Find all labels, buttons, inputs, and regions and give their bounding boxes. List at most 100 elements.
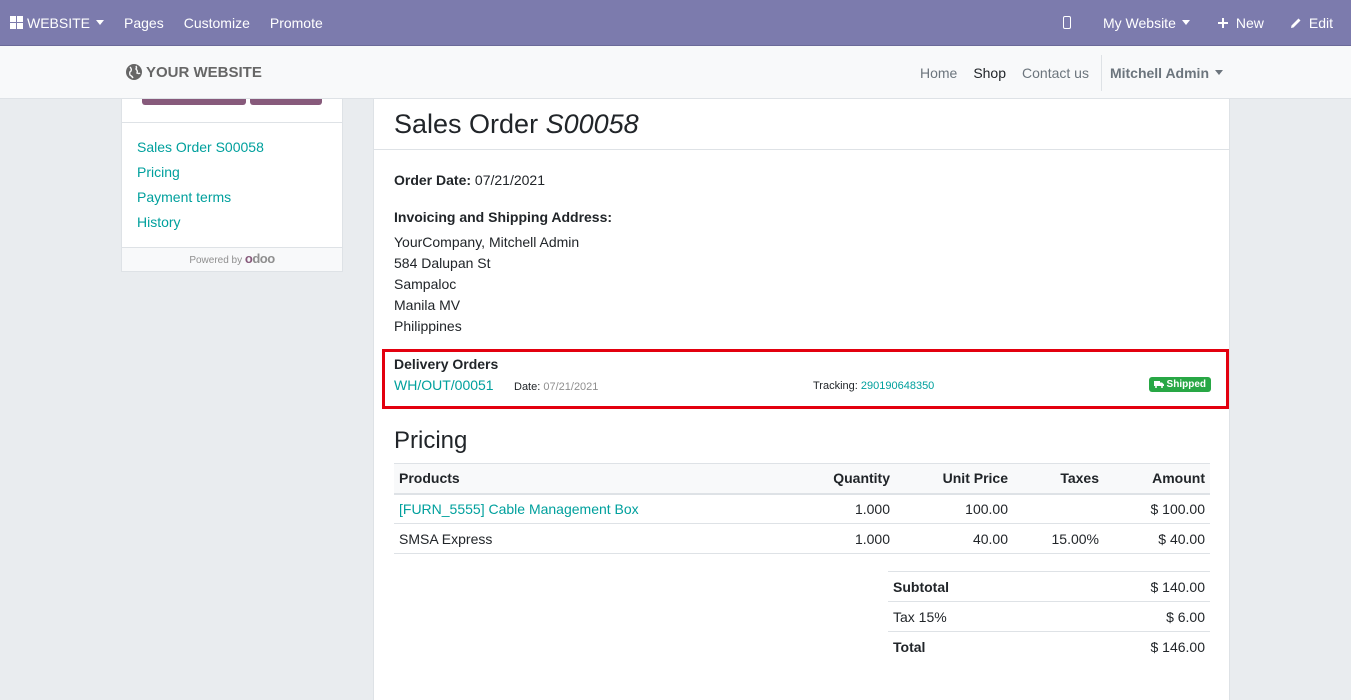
new-button[interactable]: New [1204, 0, 1278, 45]
chevron-down-icon [96, 20, 105, 25]
order-lines-table: Products Quantity Unit Price Taxes Amoun… [394, 463, 1210, 554]
page-title: Sales Order S00058 [394, 109, 639, 140]
plus-icon [1217, 17, 1228, 28]
total-value: $ 146.00 [1050, 631, 1210, 662]
globe-icon [126, 64, 142, 80]
portal-sidebar: Sales Order S00058 Pricing Payment terms… [121, 99, 343, 272]
totals-table: Subtotal $ 140.00 Tax 15% $ 6.00 Total $… [888, 571, 1210, 662]
sidebar-primary-button[interactable] [142, 99, 246, 105]
product-name: SMSA Express [394, 523, 785, 554]
taxes-cell [1013, 493, 1104, 524]
divider [122, 122, 342, 123]
nav-shop[interactable]: Shop [965, 65, 1014, 81]
tax-row: Tax 15% $ 6.00 [888, 601, 1210, 632]
quantity-cell: 1.000 [785, 523, 895, 554]
tracking-link[interactable]: 290190648350 [861, 380, 934, 392]
sidebar-link-payment-terms[interactable]: Payment terms [137, 185, 264, 210]
user-menu[interactable]: Mitchell Admin [1100, 54, 1351, 91]
status-badge: Shipped [1148, 377, 1211, 392]
edit-button-label: Edit [1308, 14, 1333, 31]
apps-grid-icon [10, 16, 23, 29]
sidebar-secondary-button[interactable] [250, 99, 322, 105]
menu-pages[interactable]: Pages [114, 0, 174, 45]
sidebar-link-pricing[interactable]: Pricing [137, 160, 264, 185]
total-row: Total $ 146.00 [888, 631, 1210, 662]
quantity-cell: 1.000 [785, 493, 895, 524]
site-logo[interactable]: YOUR WEBSITE [125, 63, 262, 81]
sidebar-nav: Sales Order S00058 Pricing Payment terms… [137, 135, 264, 235]
mobile-icon [1062, 16, 1071, 29]
tax-label: Tax 15% [888, 601, 1051, 632]
col-quantity: Quantity [785, 463, 895, 495]
col-products: Products [394, 463, 785, 495]
order-reference: S00058 [545, 109, 639, 139]
main-nav: Home Shop Contact us Mitchell Admin [912, 46, 1351, 99]
delivery-orders-section: Delivery Orders WH/OUT/00051 Date: 07/21… [382, 349, 1229, 409]
site-logo-text: YOUR WEBSITE [146, 63, 262, 81]
nav-contact-us[interactable]: Contact us [1014, 65, 1097, 81]
nav-home[interactable]: Home [912, 65, 965, 81]
taxes-cell: 15.00% [1013, 523, 1104, 554]
delivery-date-value: 07/21/2021 [543, 381, 599, 393]
unit-price-cell: 40.00 [895, 523, 1013, 554]
delivery-date: Date: 07/21/2021 [514, 381, 598, 393]
chevron-down-icon [1215, 70, 1223, 75]
website-switcher[interactable]: My Website [1089, 0, 1204, 45]
order-date-label: Order Date: [394, 172, 472, 188]
delivery-orders-label: Delivery Orders [394, 356, 499, 372]
order-date: Order Date: 07/21/2021 [394, 172, 545, 188]
website-switcher-label: My Website [1102, 14, 1176, 31]
subtotal-row: Subtotal $ 140.00 [888, 571, 1210, 602]
menu-customize[interactable]: Customize [174, 0, 260, 45]
odoo-logo[interactable]: odoo [245, 251, 275, 266]
address-block: YourCompany, Mitchell Admin 584 Dalupan … [394, 232, 579, 337]
mobile-preview-button[interactable] [1045, 0, 1089, 45]
delivery-order-link[interactable]: WH/OUT/00051 [394, 377, 494, 393]
website-apps-menu[interactable]: WEBSITE [0, 0, 114, 45]
address-line: YourCompany, Mitchell Admin [394, 234, 580, 250]
sidebar-link-history[interactable]: History [137, 210, 264, 235]
menu-promote[interactable]: Promote [260, 0, 333, 45]
tracking-label: Tracking: [813, 380, 858, 392]
tracking: Tracking: 290190648350 [813, 380, 934, 392]
pencil-icon [1290, 18, 1301, 28]
user-name: Mitchell Admin [1109, 64, 1209, 81]
address-label: Invoicing and Shipping Address: [394, 209, 613, 225]
total-label: Total [888, 631, 1051, 662]
powered-by-footer: Powered by odoo [122, 247, 342, 271]
order-date-value: 07/21/2021 [474, 172, 545, 188]
address-line: Manila MV [394, 297, 461, 313]
pricing-heading: Pricing [394, 427, 468, 454]
amount-cell: $ 40.00 [1104, 523, 1210, 554]
address-line: Philippines [394, 318, 462, 334]
table-row: SMSA Express 1.000 40.00 15.00% $ 40.00 [394, 523, 1210, 554]
delivery-date-label: Date: [514, 381, 541, 393]
table-row: [FURN_5555] Cable Management Box 1.000 1… [394, 493, 1210, 524]
chevron-down-icon [1181, 20, 1190, 25]
edit-button[interactable]: Edit [1278, 0, 1351, 45]
order-card: Sales Order S00058 Order Date: 07/21/202… [373, 99, 1230, 700]
admin-topbar: WEBSITE Pages Customize Promote My Websi… [0, 0, 1351, 46]
tax-value: $ 6.00 [1050, 601, 1210, 632]
sidebar-link-sales-order[interactable]: Sales Order S00058 [137, 135, 264, 160]
sidebar-action-buttons [142, 99, 322, 105]
unit-price-cell: 100.00 [895, 493, 1013, 524]
col-amount: Amount [1104, 463, 1210, 495]
truck-icon [1153, 381, 1164, 388]
powered-by-label: Powered by [189, 255, 243, 266]
address-line: 584 Dalupan St [394, 255, 491, 271]
table-header-row: Products Quantity Unit Price Taxes Amoun… [394, 463, 1210, 495]
status-badge-label: Shipped [1166, 379, 1206, 390]
subtotal-label: Subtotal [888, 571, 1051, 602]
address-line: Sampaloc [394, 276, 457, 292]
subtotal-value: $ 140.00 [1050, 571, 1210, 602]
website-header: YOUR WEBSITE Home Shop Contact us Mitche… [0, 46, 1351, 99]
product-link[interactable]: [FURN_5555] Cable Management Box [394, 493, 785, 524]
col-taxes: Taxes [1013, 463, 1104, 495]
title-prefix: Sales Order [394, 109, 539, 139]
divider [374, 149, 1229, 150]
amount-cell: $ 100.00 [1104, 493, 1210, 524]
website-brand-label: WEBSITE [27, 14, 91, 31]
col-unit-price: Unit Price [895, 463, 1013, 495]
new-button-label: New [1235, 14, 1264, 31]
